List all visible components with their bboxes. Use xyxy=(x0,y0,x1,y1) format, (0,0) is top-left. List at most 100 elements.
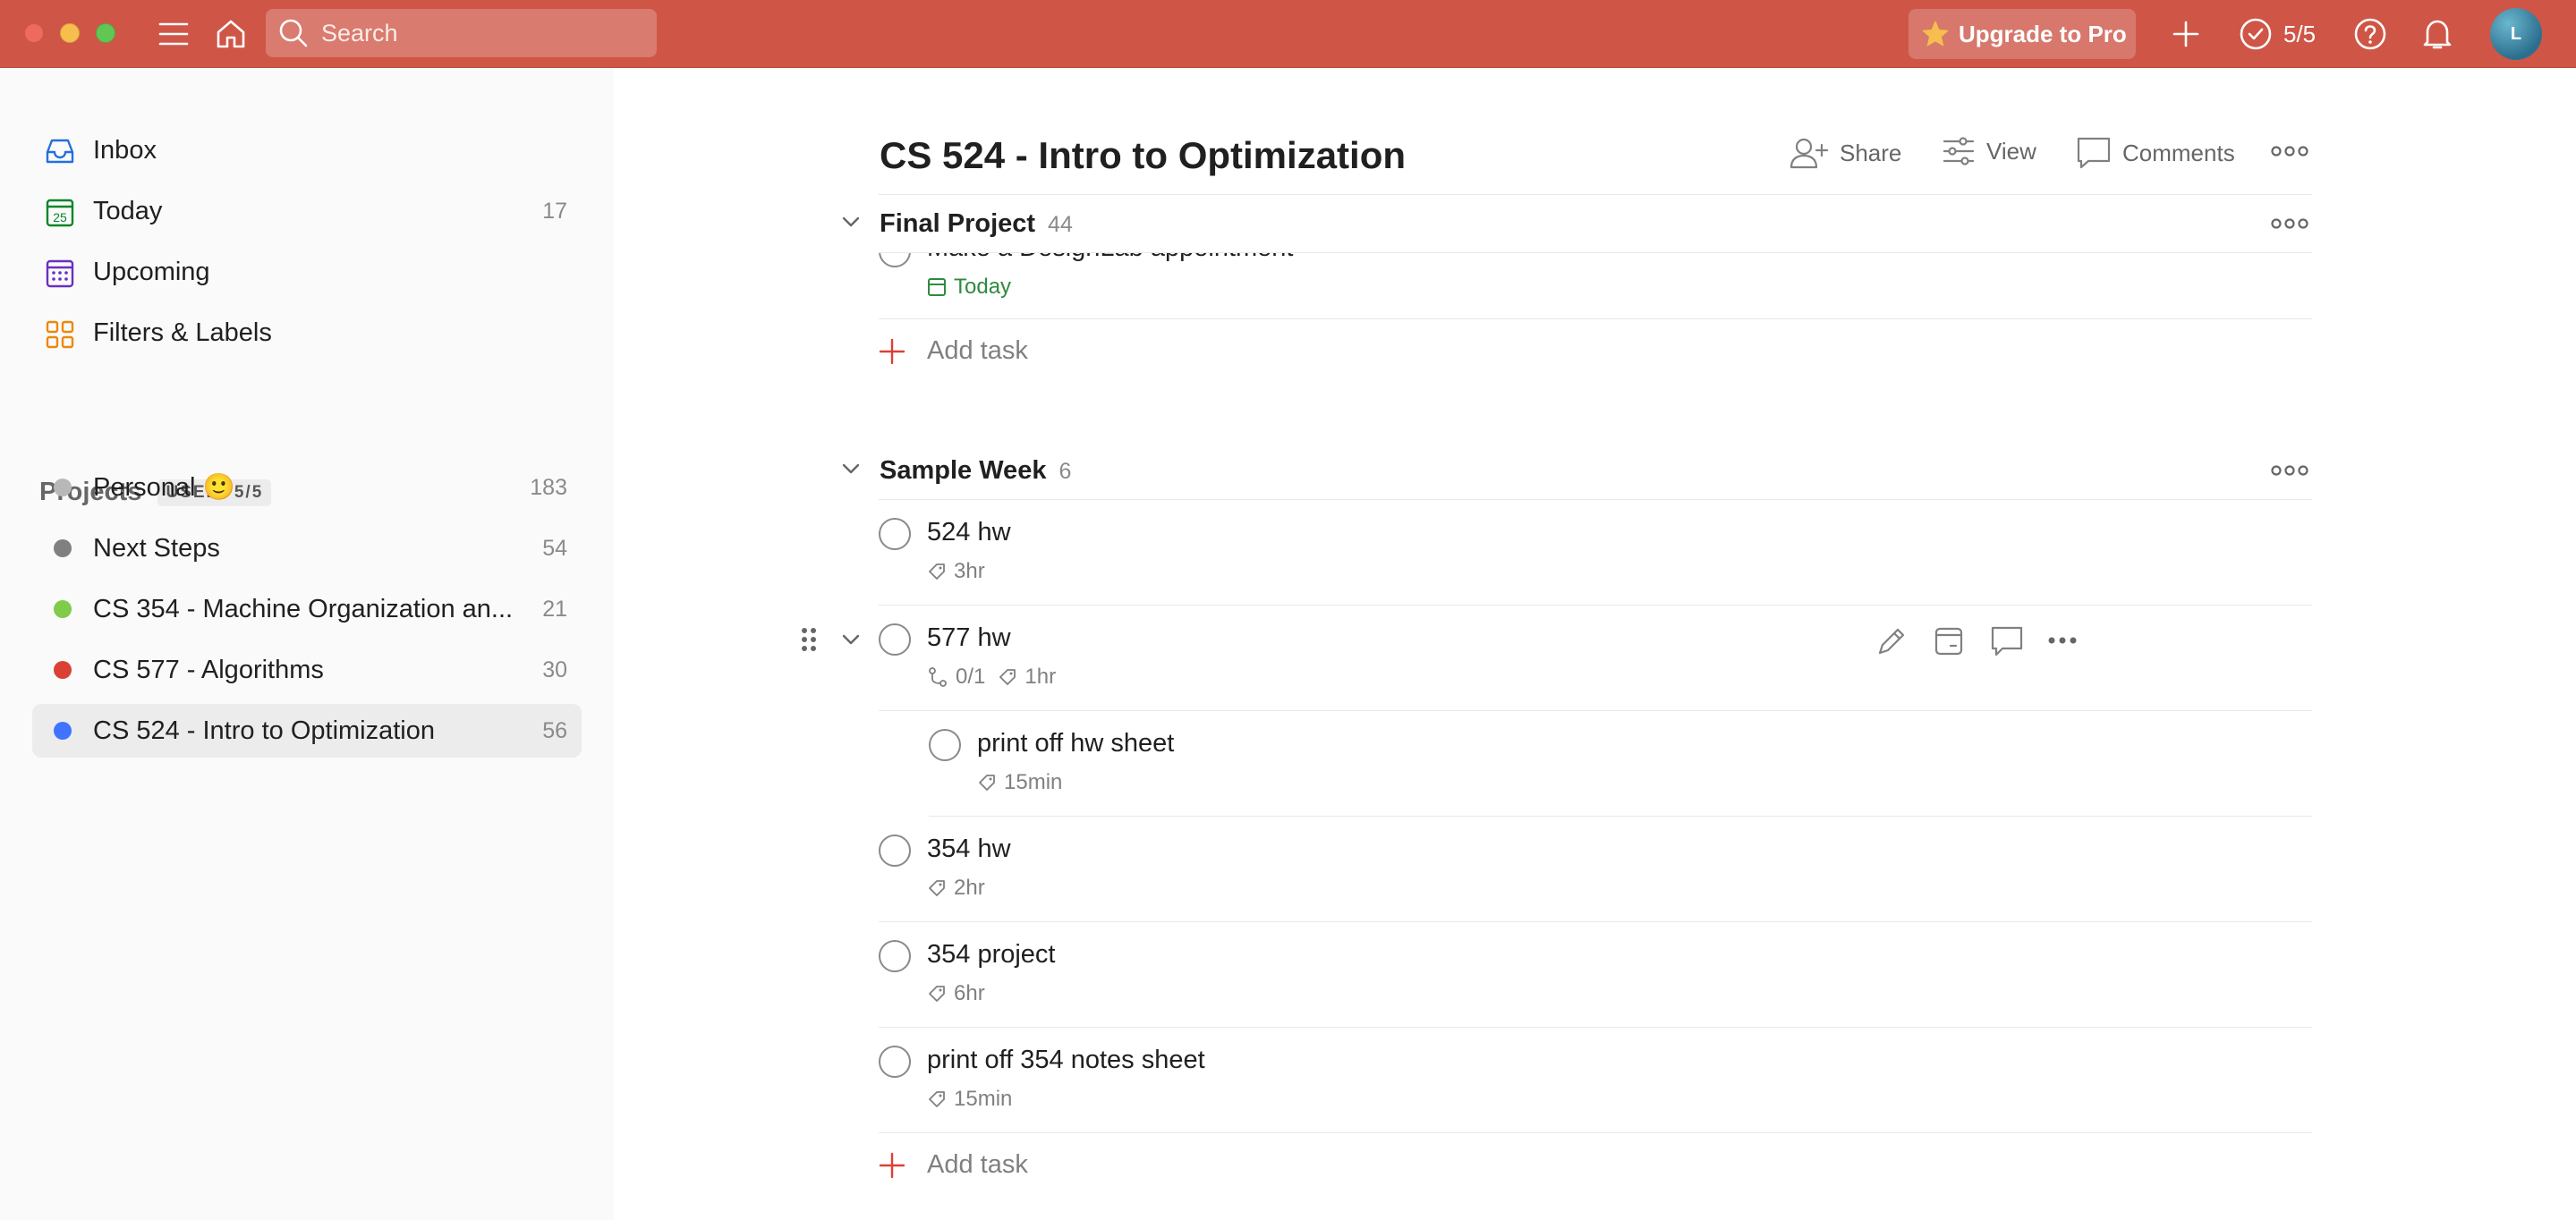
task-complete-checkbox[interactable] xyxy=(879,253,911,267)
chevron-down-icon[interactable] xyxy=(841,216,861,228)
task-count: 21 xyxy=(542,596,567,622)
task-complete-checkbox[interactable] xyxy=(879,623,911,656)
comment-icon[interactable] xyxy=(1990,625,2024,657)
project-label: CS 524 - Intro to Optimization xyxy=(93,716,435,745)
search-icon xyxy=(279,19,308,47)
sidebar-item-upcoming[interactable]: Upcoming xyxy=(32,245,582,299)
task-row[interactable]: print off 354 notes sheet 15min xyxy=(879,1028,2312,1133)
chevron-down-icon[interactable] xyxy=(841,462,861,475)
task-meta: 0/1 1hr xyxy=(927,665,1056,690)
quick-add-button[interactable] xyxy=(2164,13,2207,55)
task-title: Make a DesignLab appointment xyxy=(927,253,1293,263)
task-complete-checkbox[interactable] xyxy=(879,835,911,867)
project-color-dot xyxy=(54,479,72,496)
task-label: 2hr xyxy=(954,876,985,900)
more-actions-icon[interactable] xyxy=(2047,636,2078,645)
calendar-today-icon: 25 xyxy=(46,199,74,227)
section-count: 6 xyxy=(1058,459,1072,484)
window-close-button[interactable] xyxy=(24,23,44,43)
plus-icon xyxy=(2172,21,2199,47)
task-label: 15min xyxy=(1004,770,1063,794)
project-label: CS 577 - Algorithms xyxy=(93,655,324,684)
task-title: 577 hw xyxy=(927,623,1011,652)
notifications-button[interactable] xyxy=(2416,13,2459,55)
task-complete-checkbox[interactable] xyxy=(879,518,911,550)
view-button[interactable]: View xyxy=(1942,136,2036,166)
comment-icon xyxy=(2077,137,2111,169)
task-label-chip[interactable]: 15min xyxy=(977,770,1062,795)
more-options-icon[interactable] xyxy=(2271,145,2308,157)
edit-pencil-icon[interactable] xyxy=(1875,625,1908,657)
window-maximize-button[interactable] xyxy=(96,23,115,43)
project-color-dot xyxy=(54,722,72,740)
bell-icon xyxy=(2423,20,2452,49)
productivity-button[interactable]: 5/5 xyxy=(2239,13,2316,55)
task-row[interactable]: 354 hw 2hr xyxy=(879,817,2312,922)
chevron-down-icon[interactable] xyxy=(841,633,861,646)
section-more-icon[interactable] xyxy=(2271,217,2308,230)
task-label: 3hr xyxy=(954,559,985,583)
page-title: CS 524 - Intro to Optimization xyxy=(880,134,1407,176)
drag-handle-icon[interactable] xyxy=(800,626,818,653)
upgrade-to-pro-button[interactable]: Upgrade to Pro xyxy=(1909,9,2136,59)
section-header-final-project[interactable]: Final Project 44 xyxy=(880,209,1073,239)
plus-icon xyxy=(879,338,905,364)
add-task-button[interactable]: Add task xyxy=(879,336,1028,366)
section-title: Sample Week xyxy=(880,456,1047,485)
due-date-icon[interactable] xyxy=(1933,625,1965,657)
subtask-icon xyxy=(929,667,947,687)
share-button[interactable]: Share xyxy=(1790,136,1901,170)
sidebar-item-label: Inbox xyxy=(93,135,157,165)
search-placeholder: Search xyxy=(321,19,398,47)
task-complete-checkbox[interactable] xyxy=(879,940,911,972)
tag-icon xyxy=(929,880,945,896)
add-task-button[interactable]: Add task xyxy=(879,1150,1028,1180)
sidebar-item-project[interactable]: Next Steps 54 xyxy=(32,521,582,575)
tag-icon xyxy=(929,986,945,1002)
task-complete-checkbox[interactable] xyxy=(929,729,961,761)
menu-toggle-button[interactable] xyxy=(152,13,195,55)
sidebar-item-project[interactable]: CS 354 - Machine Organization an... 21 xyxy=(32,582,582,636)
task-row-partial[interactable]: Make a DesignLab appointment Today xyxy=(879,253,2312,387)
tag-icon xyxy=(979,775,995,791)
task-title: 524 hw xyxy=(927,518,1011,546)
task-label-chip[interactable]: 6hr xyxy=(927,981,985,1006)
task-label-chip[interactable]: 2hr xyxy=(927,876,985,901)
top-bar: Search Upgrade to Pro 5/5 L xyxy=(0,0,2576,68)
sidebar-item-label: Today xyxy=(93,196,163,225)
project-label: CS 354 - Machine Organization an... xyxy=(93,594,514,623)
section-header-sample-week[interactable]: Sample Week 6 xyxy=(880,456,1071,486)
section-more-icon[interactable] xyxy=(2271,464,2308,477)
sidebar-item-project[interactable]: CS 577 - Algorithms 30 xyxy=(32,643,582,697)
calendar-icon xyxy=(928,278,946,296)
home-button[interactable] xyxy=(209,13,252,55)
help-button[interactable] xyxy=(2349,13,2392,55)
sliders-icon xyxy=(1943,137,1975,165)
help-icon xyxy=(2354,18,2386,50)
task-row[interactable]: 354 project 6hr xyxy=(879,922,2312,1028)
subtask-row[interactable]: print off hw sheet 15min xyxy=(929,711,2312,817)
hamburger-menu-icon xyxy=(158,22,189,46)
comments-button[interactable]: Comments xyxy=(2076,136,2235,170)
task-complete-checkbox[interactable] xyxy=(879,1046,911,1078)
task-divider xyxy=(879,318,2312,319)
sidebar-item-project-active[interactable]: CS 524 - Intro to Optimization 56 xyxy=(32,704,582,758)
due-date-chip[interactable]: Today xyxy=(927,275,1011,300)
sidebar-item-project[interactable]: Personal 🙂 183 xyxy=(32,461,582,514)
view-label: View xyxy=(1986,137,2036,165)
window-minimize-button[interactable] xyxy=(60,23,80,43)
sidebar-item-label: Upcoming xyxy=(93,257,210,286)
add-task-label: Add task xyxy=(927,1150,1028,1179)
sidebar-item-today[interactable]: 25 Today 17 xyxy=(32,184,582,238)
task-label-chip[interactable]: 15min xyxy=(927,1087,1012,1112)
task-row[interactable]: 524 hw 3hr xyxy=(879,500,2312,606)
task-row[interactable]: 577 hw 0/1 1hr xyxy=(879,606,2312,711)
sidebar-item-inbox[interactable]: Inbox xyxy=(32,123,582,177)
search-input[interactable]: Search xyxy=(266,9,657,57)
add-person-icon xyxy=(1790,138,1829,169)
main-content: CS 524 - Intro to Optimization Share Vie… xyxy=(614,68,2576,1220)
avatar[interactable]: L xyxy=(2490,8,2542,60)
sidebar-item-filters-labels[interactable]: Filters & Labels xyxy=(32,306,582,360)
task-label-chip[interactable]: 3hr xyxy=(927,559,985,584)
add-task-label: Add task xyxy=(927,336,1028,365)
